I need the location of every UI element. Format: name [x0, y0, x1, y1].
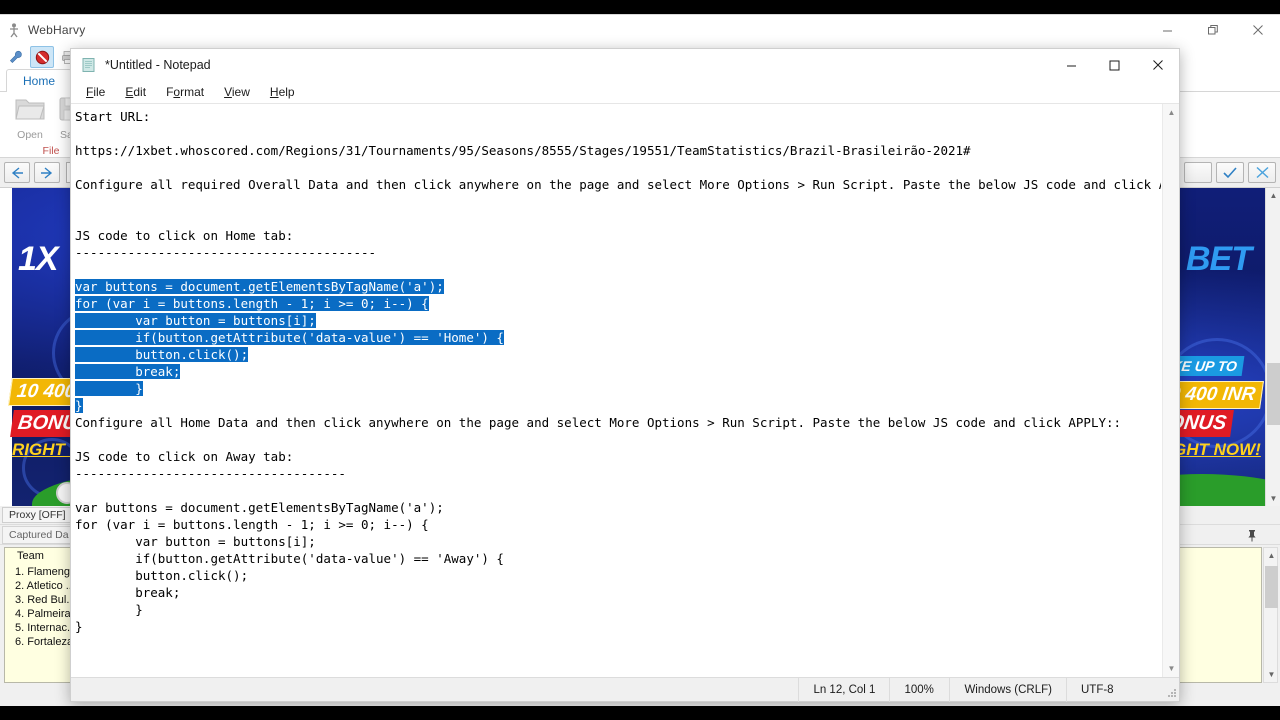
notepad-statusbar: Ln 12, Col 1 100% Windows (CRLF) UTF-8: [71, 677, 1179, 702]
captured-data-scrollbar[interactable]: ▲ ▼: [1263, 547, 1278, 683]
webharvy-titlebar: WebHarvy: [0, 15, 1280, 45]
ribbon-button-open[interactable]: Open: [10, 95, 50, 141]
notepad-text-content[interactable]: Start URL: https://1xbet.whoscored.com/R…: [75, 108, 1161, 677]
proxy-button[interactable]: Proxy [OFF]: [2, 507, 73, 523]
doc-code-home-7[interactable]: }: [75, 398, 83, 413]
doc-code-away-4[interactable]: button.click();: [75, 568, 248, 583]
scroll-down-arrow[interactable]: ▼: [1266, 491, 1280, 506]
scroll-up-arrow[interactable]: ▲: [1266, 188, 1280, 203]
doc-code-home-6[interactable]: }: [75, 381, 143, 396]
doc-line-instruction-home: Configure all Home Data and then click a…: [75, 415, 1122, 430]
brand-logo-left: 1X: [18, 240, 59, 278]
menu-help-rest: elp: [278, 85, 295, 99]
configure-icon[interactable]: [4, 46, 28, 68]
status-line-ending: Windows (CRLF): [949, 677, 1066, 702]
doc-code-away-0[interactable]: var buttons = document.getElementsByTagN…: [75, 500, 444, 515]
blank-toolbar-button[interactable]: [1184, 162, 1212, 183]
doc-line-heading-away: JS code to click on Away tab:: [75, 449, 294, 464]
doc-line-divider-home: ----------------------------------------: [75, 245, 377, 260]
doc-code-away-1[interactable]: for (var i = buttons.length - 1; i >= 0;…: [75, 517, 429, 532]
ribbon-button-open-label: Open: [17, 129, 43, 141]
bottom-black-strip: [0, 706, 1280, 720]
scroll-thumb[interactable]: [1267, 363, 1280, 425]
notepad-scroll-down-arrow[interactable]: ▼: [1163, 660, 1179, 677]
status-cursor-position: Ln 12, Col 1: [798, 677, 889, 702]
menu-help[interactable]: Help: [261, 83, 304, 101]
doc-line-url: https://1xbet.whoscored.com/Regions/31/T…: [75, 143, 971, 158]
webharvy-title: WebHarvy: [28, 23, 86, 37]
doc-code-home-3[interactable]: if(button.getAttribute('data-value') == …: [75, 330, 504, 345]
browser-vertical-scrollbar[interactable]: ▲ ▼: [1265, 188, 1280, 506]
top-black-strip: [0, 0, 1280, 14]
menu-view[interactable]: View: [215, 83, 259, 101]
menu-format-rest: rmat: [180, 85, 205, 99]
doc-code-away-3[interactable]: if(button.getAttribute('data-value') == …: [75, 551, 504, 566]
notepad-icon: [81, 57, 97, 73]
captured-data-title: Captured Da: [2, 525, 76, 544]
notepad-window-controls: [1050, 49, 1179, 81]
doc-code-home-0[interactable]: var buttons = document.getElementsByTagN…: [75, 279, 444, 294]
screen-root: WebHarvy Home Open File 1X BET TAKE UP T…: [0, 0, 1280, 720]
accept-button[interactable]: [1216, 162, 1244, 183]
menu-edit-rest: dit: [133, 85, 147, 99]
captured-scroll-thumb[interactable]: [1265, 566, 1278, 608]
notepad-title: *Untitled - Notepad: [105, 58, 211, 72]
doc-line-divider-away: ------------------------------------: [75, 466, 346, 481]
ribbon-group-file-label: File: [42, 145, 60, 157]
doc-code-home-4[interactable]: button.click();: [75, 347, 249, 362]
status-zoom-level: 100%: [889, 677, 949, 702]
tab-home-label: Home: [23, 74, 56, 88]
doc-line-start-url-label: Start URL:: [75, 109, 151, 124]
doc-code-home-2[interactable]: var button = buttons[i];: [75, 313, 316, 328]
notepad-editor[interactable]: Start URL: https://1xbet.whoscored.com/R…: [71, 103, 1179, 677]
webharvy-close-button[interactable]: [1235, 15, 1280, 45]
doc-code-away-6[interactable]: }: [75, 602, 143, 617]
doc-code-away-7[interactable]: }: [75, 619, 83, 634]
status-encoding: UTF-8: [1066, 677, 1161, 702]
resize-grip[interactable]: [1161, 682, 1177, 698]
folder-open-icon: [14, 95, 46, 128]
notepad-window: *Untitled - Notepad File Edit Format Vie…: [70, 48, 1180, 702]
notepad-close-button[interactable]: [1136, 49, 1179, 81]
back-button[interactable]: [4, 162, 30, 183]
cancel-button[interactable]: [1248, 162, 1276, 183]
menu-edit[interactable]: Edit: [116, 83, 155, 101]
doc-code-away-5[interactable]: break;: [75, 585, 180, 600]
captured-scroll-up-arrow[interactable]: ▲: [1264, 548, 1279, 563]
webharvy-restore-button[interactable]: [1190, 15, 1235, 45]
notepad-titlebar[interactable]: *Untitled - Notepad: [71, 49, 1179, 81]
tab-home[interactable]: Home: [6, 69, 73, 92]
stop-icon[interactable]: [30, 46, 54, 68]
notepad-menubar: File Edit Format View Help: [71, 81, 1179, 103]
doc-code-away-2[interactable]: var button = buttons[i];: [75, 534, 316, 549]
menu-file-rest: ile: [93, 85, 106, 99]
menu-format[interactable]: Format: [157, 83, 213, 101]
webharvy-icon: [6, 22, 22, 38]
menu-file[interactable]: File: [77, 83, 114, 101]
doc-line-instruction-overall: Configure all required Overall Data and …: [75, 177, 1161, 192]
notepad-minimize-button[interactable]: [1050, 49, 1093, 81]
doc-line-heading-home: JS code to click on Home tab:: [75, 228, 294, 243]
webharvy-minimize-button[interactable]: [1145, 15, 1190, 45]
pin-icon[interactable]: [1244, 527, 1260, 543]
brand-logo-right: BET: [1186, 240, 1252, 278]
notepad-vertical-scrollbar[interactable]: ▲ ▼: [1162, 104, 1179, 677]
webharvy-window-controls: [1145, 15, 1280, 45]
menu-view-rest: iew: [231, 85, 250, 99]
doc-code-home-5[interactable]: break;: [75, 364, 181, 379]
captured-scroll-down-arrow[interactable]: ▼: [1264, 667, 1279, 682]
notepad-scroll-up-arrow[interactable]: ▲: [1163, 104, 1179, 121]
forward-button[interactable]: [34, 162, 60, 183]
notepad-maximize-button[interactable]: [1093, 49, 1136, 81]
doc-code-home-1[interactable]: for (var i = buttons.length - 1; i >= 0;…: [75, 296, 429, 311]
